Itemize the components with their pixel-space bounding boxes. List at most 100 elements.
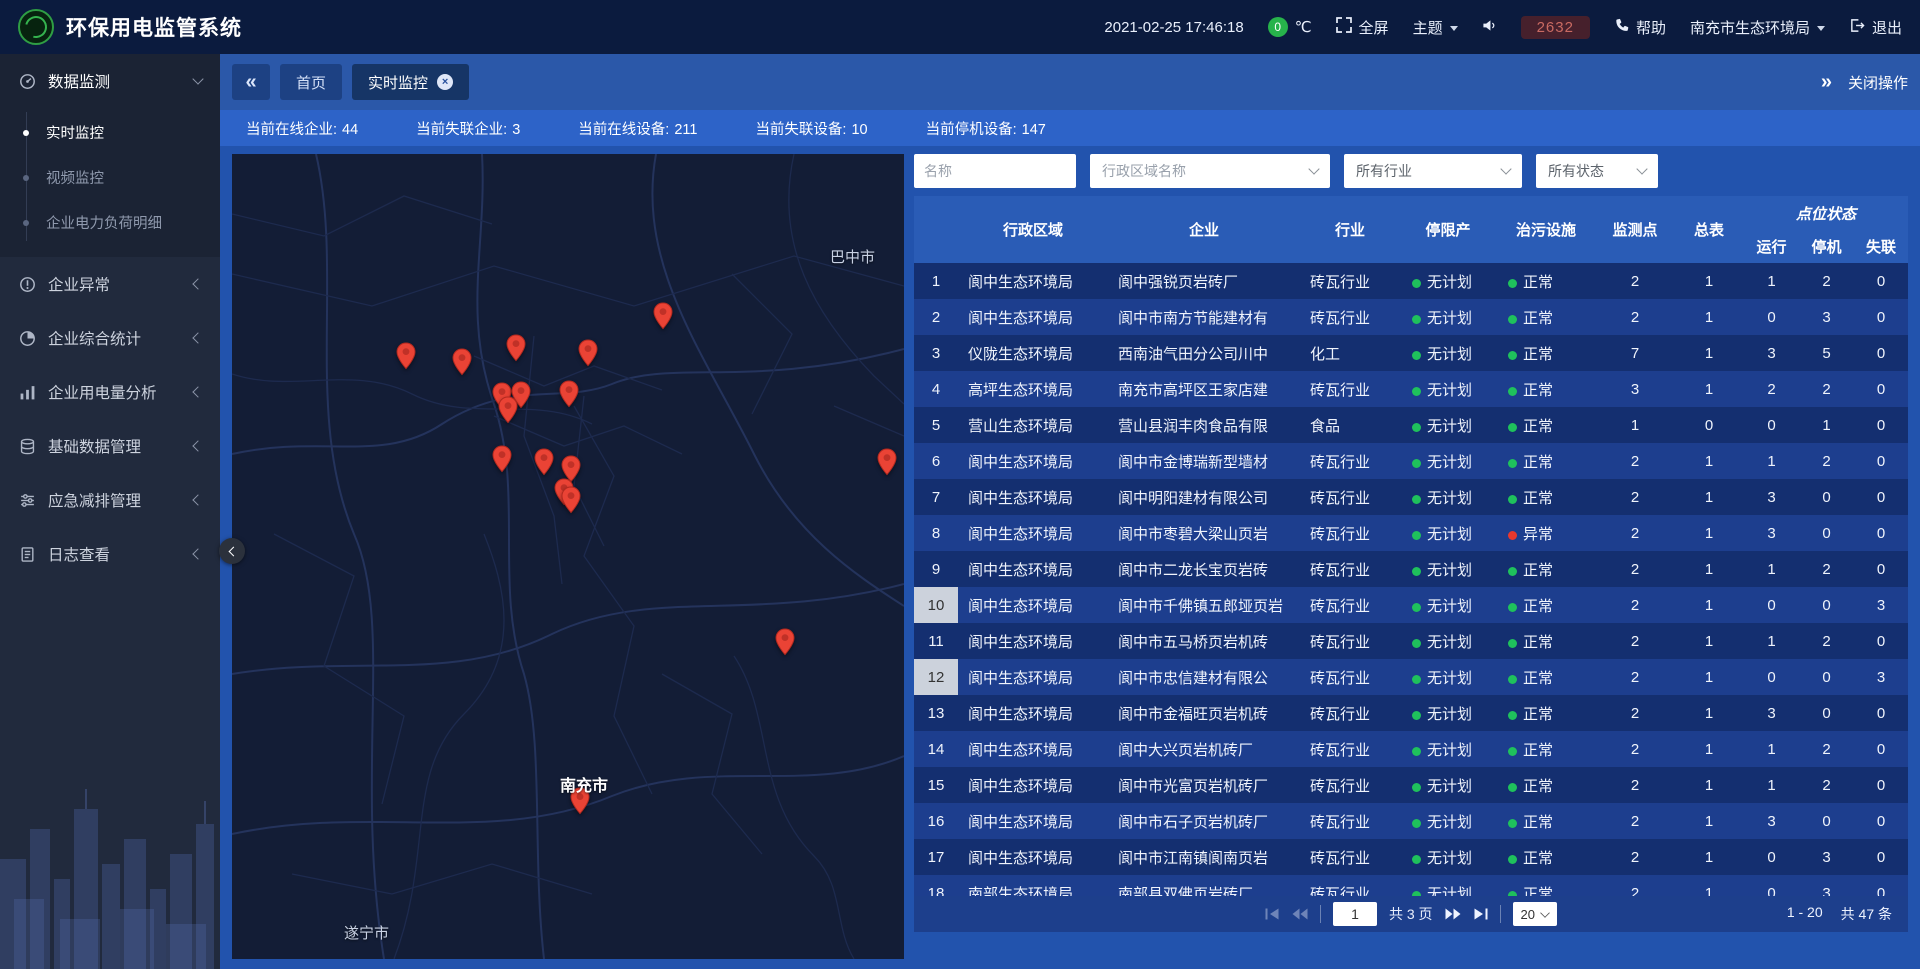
map-pin-icon[interactable] (492, 445, 512, 473)
logout-button[interactable]: 退出 (1849, 17, 1902, 38)
status-dot (1412, 351, 1421, 360)
table-row[interactable]: 1阆中生态环境局阆中强锐页岩砖厂砖瓦行业无计划正常21120 (914, 263, 1908, 299)
tab-close-icon[interactable] (437, 74, 453, 90)
sidebar-item[interactable]: 日志查看 (0, 527, 220, 581)
chevron-down-icon (1817, 26, 1825, 31)
sidebar-subitem[interactable]: 实时监控 (0, 110, 220, 155)
column-header[interactable]: 治污设施 (1496, 196, 1596, 263)
sidebar-subitem[interactable]: 企业电力负荷明细 (0, 200, 220, 245)
map-pin-icon[interactable] (452, 348, 472, 376)
map-pin-icon[interactable] (877, 448, 897, 476)
table-row[interactable]: 16阆中生态环境局阆中市石子页岩机砖厂砖瓦行业无计划正常21300 (914, 803, 1908, 839)
sidebar-item[interactable]: 基础数据管理 (0, 419, 220, 473)
tab[interactable]: 实时监控 (352, 64, 469, 100)
help-button[interactable]: 帮助 (1614, 17, 1666, 38)
prev-page-button[interactable] (1292, 908, 1308, 920)
cell-running: 0 (1744, 875, 1799, 896)
sidebar-item[interactable]: 企业用电量分析 (0, 365, 220, 419)
table-row[interactable]: 18南部生态环境局南部县双佛页岩砖厂砖瓦行业无计划正常21030 (914, 875, 1908, 896)
map-pin-icon[interactable] (653, 302, 673, 330)
cell-monitor-points: 2 (1596, 515, 1674, 551)
cell-facility: 正常 (1496, 443, 1596, 479)
map-canvas[interactable]: 巴中市南充市遂宁市 (232, 154, 904, 959)
cell-stopped: 0 (1799, 479, 1854, 515)
table-row[interactable]: 6阆中生态环境局阆中市金博瑞新型墙材砖瓦行业无计划正常21120 (914, 443, 1908, 479)
column-header[interactable]: 总表 (1674, 196, 1744, 263)
map-pin-icon[interactable] (578, 339, 598, 367)
column-subheader[interactable]: 运行 (1744, 230, 1799, 263)
sidebar-item[interactable]: 应急减排管理 (0, 473, 220, 527)
column-header[interactable]: 行业 (1300, 196, 1400, 263)
table-row[interactable]: 7阆中生态环境局阆中明阳建材有限公司砖瓦行业无计划正常21300 (914, 479, 1908, 515)
status-dot (1508, 567, 1517, 576)
table-row[interactable]: 3仪陇生态环境局西南油气田分公司川中化工无计划正常71350 (914, 335, 1908, 371)
cell-region: 阆中生态环境局 (958, 767, 1108, 803)
first-page-button[interactable] (1265, 908, 1280, 920)
table-row[interactable]: 8阆中生态环境局阆中市枣碧大梁山页岩砖瓦行业无计划异常21300 (914, 515, 1908, 551)
table-row[interactable]: 5营山生态环境局营山县润丰肉食品有限食品无计划正常10010 (914, 407, 1908, 443)
table-row[interactable]: 13阆中生态环境局阆中市金福旺页岩机砖砖瓦行业无计划正常21300 (914, 695, 1908, 731)
next-page-button[interactable] (1445, 908, 1461, 920)
map-pin-icon[interactable] (396, 342, 416, 370)
table-row[interactable]: 10阆中生态环境局阆中市千佛镇五郎垭页岩砖瓦行业无计划正常21003 (914, 587, 1908, 623)
notice-count-badge[interactable]: 2632 (1521, 16, 1590, 39)
name-filter-input[interactable] (914, 154, 1076, 188)
cell-lost: 0 (1854, 443, 1908, 479)
cell-lost: 0 (1854, 407, 1908, 443)
table-row[interactable]: 2阆中生态环境局阆中市南方节能建材有砖瓦行业无计划正常21030 (914, 299, 1908, 335)
map-city-label: 南充市 (560, 772, 608, 796)
cell-running: 1 (1744, 731, 1799, 767)
sidebar-item[interactable]: 数据监测 (0, 54, 220, 108)
last-page-button[interactable] (1473, 908, 1488, 920)
page-size-select[interactable]: 20 (1513, 902, 1557, 926)
column-header[interactable]: 企业 (1108, 196, 1300, 263)
status-dot (1508, 459, 1517, 468)
sidebar-item[interactable]: 企业综合统计 (0, 311, 220, 365)
table-row[interactable]: 12阆中生态环境局阆中市忠信建材有限公砖瓦行业无计划正常21003 (914, 659, 1908, 695)
cell-running: 0 (1744, 659, 1799, 695)
table-row[interactable]: 14阆中生态环境局阆中大兴页岩机砖厂砖瓦行业无计划正常21120 (914, 731, 1908, 767)
cell-running: 1 (1744, 767, 1799, 803)
map-pin-icon[interactable] (559, 380, 579, 408)
column-header[interactable]: 停限产 (1400, 196, 1496, 263)
org-dropdown[interactable]: 南充市生态环境局 (1690, 17, 1825, 38)
column-header[interactable]: 监测点 (1596, 196, 1674, 263)
tab[interactable]: 首页 (280, 64, 342, 100)
cell-running: 3 (1744, 695, 1799, 731)
column-subheader[interactable]: 失联 (1854, 230, 1908, 263)
fullscreen-button[interactable]: 全屏 (1336, 17, 1389, 38)
industry-filter-select[interactable]: 所有行业 (1344, 154, 1522, 188)
cell-stopped: 2 (1799, 443, 1854, 479)
column-header[interactable]: 行政区域 (958, 196, 1108, 263)
column-subheader[interactable]: 停机 (1799, 230, 1854, 263)
status-filter-select[interactable]: 所有状态 (1536, 154, 1658, 188)
map-pin-icon[interactable] (561, 486, 581, 514)
page-number-input[interactable] (1333, 902, 1377, 926)
table-row[interactable]: 4高坪生态环境局南充市高坪区王家店建砖瓦行业无计划正常31220 (914, 371, 1908, 407)
table-row[interactable]: 17阆中生态环境局阆中市江南镇阆南页岩砖瓦行业无计划正常21030 (914, 839, 1908, 875)
cell-region: 阆中生态环境局 (958, 587, 1108, 623)
sidebar-subitem[interactable]: 视频监控 (0, 155, 220, 200)
close-operations-button[interactable]: 关闭操作 (1848, 72, 1908, 93)
cell-monitor-points: 2 (1596, 803, 1674, 839)
speaker-button[interactable] (1482, 18, 1497, 37)
right-panel: 行政区域名称 所有行业 所有状态 (914, 154, 1908, 969)
map-collapse-handle[interactable] (219, 538, 245, 564)
cell-monitor-points: 2 (1596, 479, 1674, 515)
region-filter-select[interactable]: 行政区域名称 (1090, 154, 1330, 188)
map-pin-icon[interactable] (534, 448, 554, 476)
sidebar-item[interactable]: 企业异常 (0, 257, 220, 311)
cell-plan: 无计划 (1400, 551, 1496, 587)
table-row[interactable]: 9阆中生态环境局阆中市二龙长宝页岩砖砖瓦行业无计划正常21120 (914, 551, 1908, 587)
tabs-scroll-left-icon[interactable] (232, 64, 270, 100)
cell-stopped: 0 (1799, 695, 1854, 731)
table-row[interactable]: 15阆中生态环境局阆中市光富页岩机砖厂砖瓦行业无计划正常21120 (914, 767, 1908, 803)
tab-label: 首页 (296, 72, 326, 93)
theme-dropdown[interactable]: 主题 (1413, 17, 1458, 38)
tabs-scroll-right-icon[interactable] (1821, 71, 1832, 94)
table-row[interactable]: 11阆中生态环境局阆中市五马桥页岩机砖砖瓦行业无计划正常21120 (914, 623, 1908, 659)
table-rows-viewport[interactable]: 1阆中生态环境局阆中强锐页岩砖厂砖瓦行业无计划正常211202阆中生态环境局阆中… (914, 263, 1908, 896)
map-pin-icon[interactable] (775, 628, 795, 656)
map-pin-icon[interactable] (498, 396, 518, 424)
map-pin-icon[interactable] (506, 334, 526, 362)
